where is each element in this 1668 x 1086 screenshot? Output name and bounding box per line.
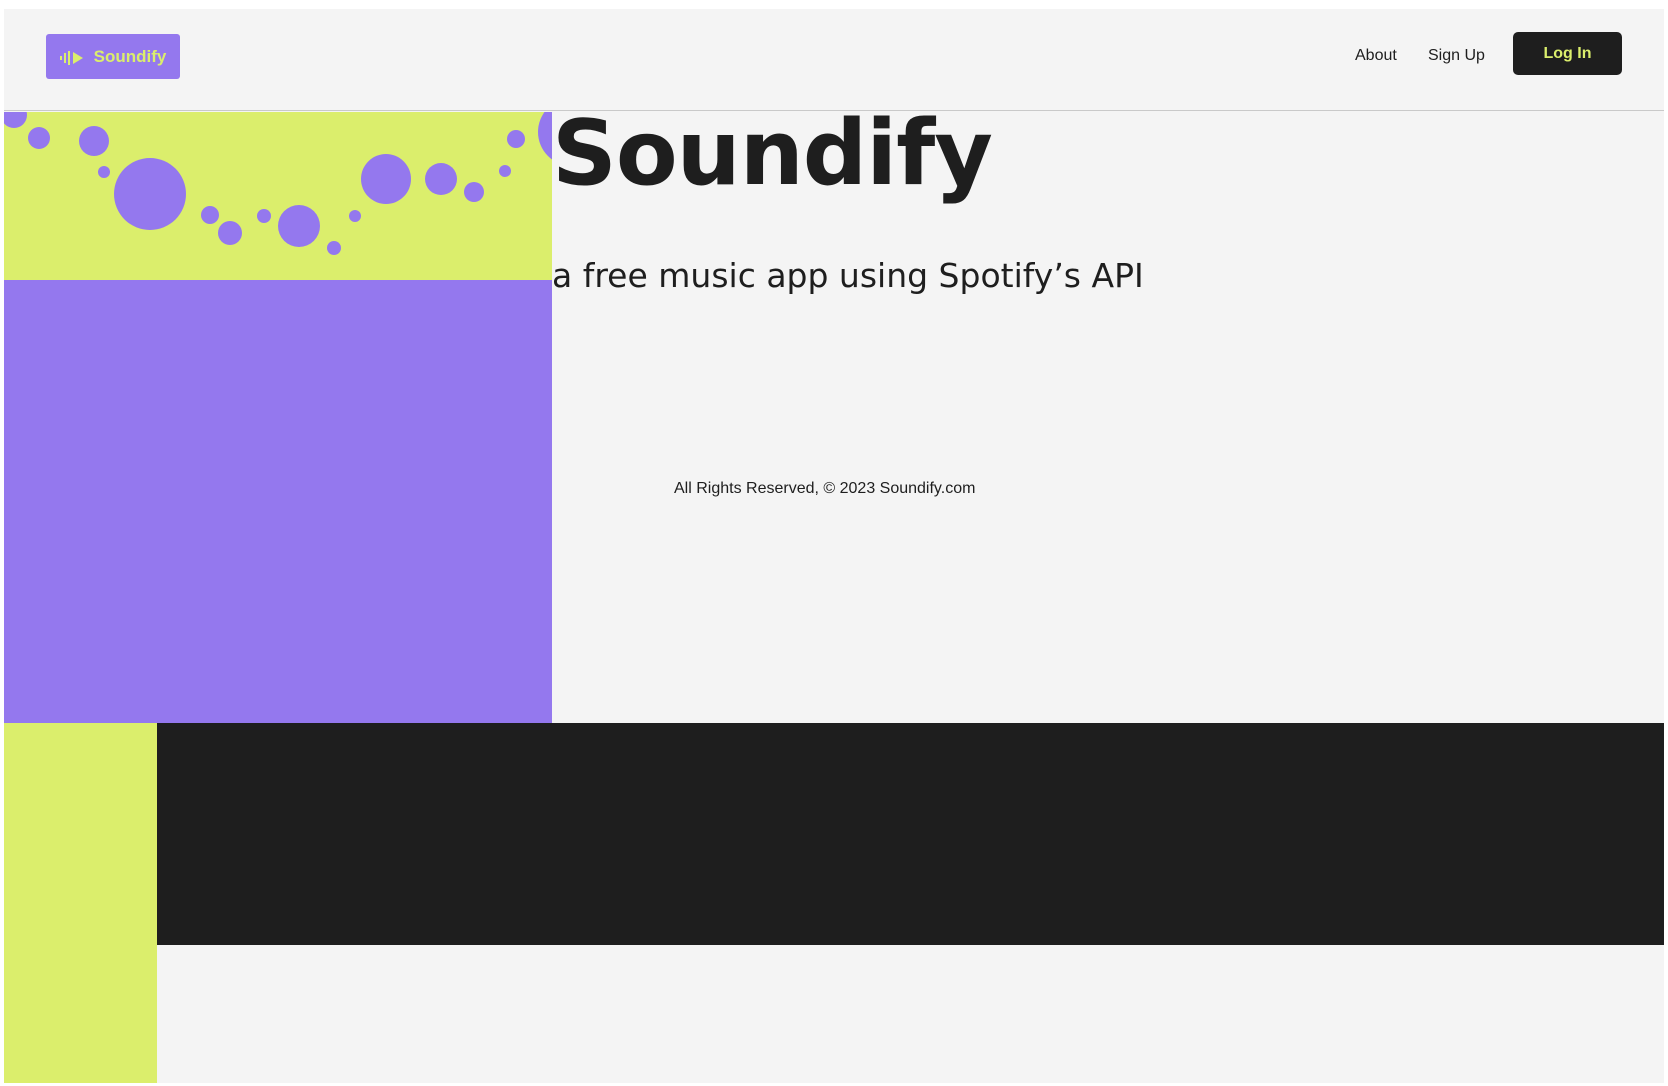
hero-title: Soundify [552,101,993,206]
top-navigation-bar: Soundify About Sign Up Log In [4,9,1664,111]
decorative-purple-panel [4,280,552,723]
nav-signup-link[interactable]: Sign Up [1428,47,1485,65]
sound-wave-play-icon [59,50,84,65]
nav-about-link[interactable]: About [1355,47,1397,65]
copyright-text: All Rights Reserved, © 2023 Soundify.com [674,480,976,497]
hero-subtitle: a free music app using Spotify’s API [552,256,1144,295]
decorative-dots-panel [4,112,552,280]
decorative-lime-block [4,723,157,1083]
logo-home-link[interactable]: Soundify [46,34,180,79]
decorative-dots-illustration [4,112,552,255]
login-button[interactable]: Log In [1513,32,1622,75]
decorative-dark-band [157,723,1664,945]
logo-text: Soundify [93,46,167,66]
page: Soundify About Sign Up Log In Soundify a… [4,9,1664,1083]
